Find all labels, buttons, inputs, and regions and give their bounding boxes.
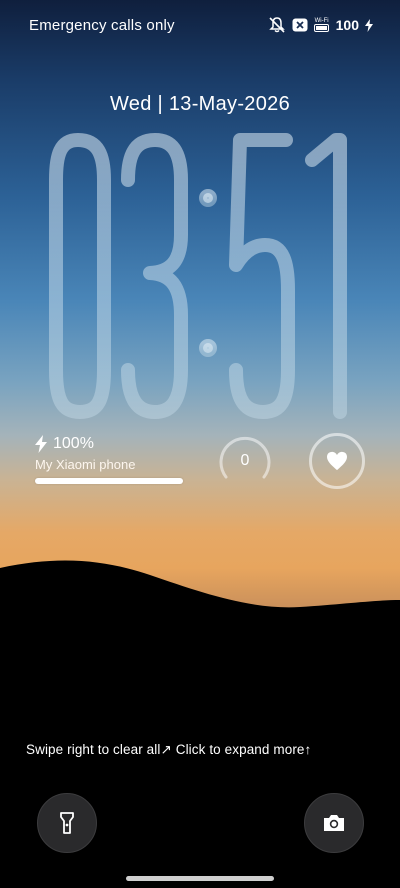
steps-widget[interactable]: 0 bbox=[217, 433, 273, 489]
clock-digit-1 bbox=[305, 133, 347, 419]
charging-bolt-icon bbox=[35, 435, 47, 453]
camera-icon bbox=[324, 815, 344, 831]
status-icons: Wi-Fi 100 bbox=[268, 16, 373, 34]
steps-value: 0 bbox=[240, 452, 250, 469]
no-sim-icon bbox=[292, 18, 308, 32]
battery-row: 100% bbox=[35, 435, 185, 453]
lockscreen-clock bbox=[49, 133, 347, 419]
battery-percent: 100% bbox=[53, 435, 94, 452]
status-bar: Emergency calls only Wi-Fi 100 bbox=[0, 14, 400, 38]
clock-digit-3 bbox=[121, 133, 188, 419]
wifi-icon: Wi-Fi bbox=[313, 18, 330, 32]
clock-digit-0 bbox=[49, 133, 111, 419]
battery-level-text: 100 bbox=[335, 17, 359, 33]
battery-progress-bar bbox=[35, 478, 183, 484]
lockscreen-date: Wed | 13-May-2026 bbox=[109, 93, 290, 115]
mute-icon bbox=[268, 17, 285, 33]
notification-hint[interactable]: Swipe right to clear all↗ Click to expan… bbox=[26, 742, 311, 758]
charging-icon bbox=[365, 18, 373, 32]
heart-icon bbox=[327, 451, 347, 471]
clock-digit-5 bbox=[229, 133, 295, 419]
flashlight-button[interactable] bbox=[37, 793, 97, 853]
carrier-status-text: Emergency calls only bbox=[29, 17, 175, 34]
heart-rate-widget[interactable] bbox=[309, 433, 365, 489]
device-name: My Xiaomi phone bbox=[35, 457, 136, 472]
home-gesture-bar[interactable] bbox=[126, 876, 274, 881]
camera-button[interactable] bbox=[304, 793, 364, 853]
flashlight-icon bbox=[60, 812, 74, 834]
battery-widget[interactable]: 100% My Xiaomi phone bbox=[35, 435, 185, 484]
